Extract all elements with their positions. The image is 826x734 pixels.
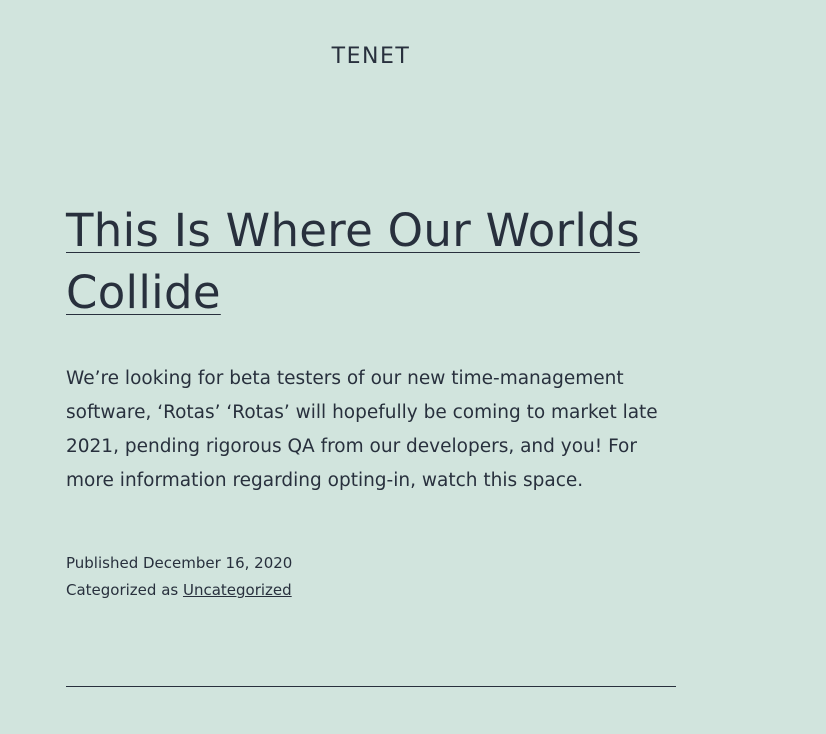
posted-on: Published December 16, 2020 [66,550,676,577]
site-header: TENET [0,44,742,69]
published-date: December 16, 2020 [143,554,293,572]
category-link[interactable]: Uncategorized [183,581,292,599]
post-title-link[interactable]: This Is Where Our Worlds Collide [66,204,640,319]
site-title-link[interactable]: TENET [332,44,411,69]
category-prefix: Categorized as [66,581,183,599]
published-prefix: Published [66,554,143,572]
post: This Is Where Our Worlds Collide We’re l… [66,200,676,604]
categories: Categorized as Uncategorized [66,577,676,604]
post-meta: Published December 16, 2020 Categorized … [66,550,676,604]
post-content: We’re looking for beta testers of our ne… [66,368,658,491]
post-title: This Is Where Our Worlds Collide [66,200,676,324]
post-separator [66,686,676,687]
